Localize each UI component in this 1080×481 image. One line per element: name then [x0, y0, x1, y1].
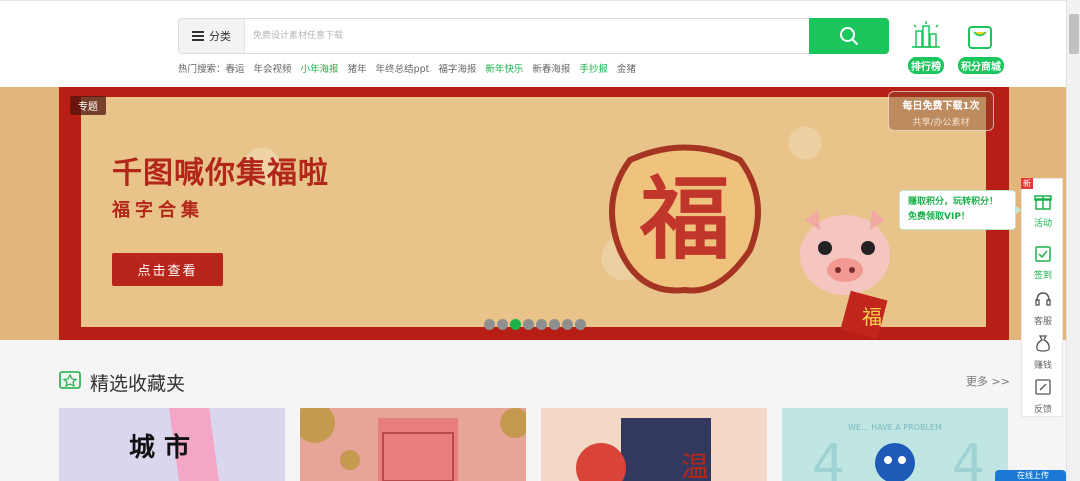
svg-text:4: 4: [952, 434, 985, 481]
ranking-link[interactable]: 排行榜: [904, 21, 948, 74]
moneybag-icon: [1036, 335, 1050, 352]
feedback-icon: [1035, 379, 1051, 395]
tooltip-line2: 免费领取VIP！: [908, 212, 970, 222]
collection-card[interactable]: 温: [541, 408, 767, 481]
view-button[interactable]: 点击查看: [112, 253, 223, 286]
vertical-scrollbar[interactable]: [1066, 0, 1080, 481]
hot-term[interactable]: 手抄报: [579, 61, 608, 75]
search-icon: [840, 27, 858, 45]
svg-text:福: 福: [862, 305, 882, 329]
section-title: 精选收藏夹: [90, 373, 186, 395]
sidebar-item-label: 赚钱: [1033, 361, 1052, 371]
hot-term[interactable]: 春运: [226, 64, 245, 75]
scrollbar-thumb[interactable]: [1069, 14, 1079, 54]
favorites-icon: [59, 371, 81, 389]
hot-label: 热门搜索：春运: [178, 64, 245, 75]
gift-icon: [1034, 195, 1052, 210]
points-tooltip[interactable]: 赚取积分，玩转积分！ 免费领取VIP！: [899, 190, 1021, 230]
free-download-line1: 每日免费下载1次: [902, 101, 980, 112]
carousel-indicators: [484, 319, 586, 330]
hot-searches: 热门搜索：春运 年会视频 小年海报 猪年 年终总结ppt 福字海报 新年快乐 新…: [178, 61, 636, 75]
sidebar-item-earn[interactable]: 赚钱: [1022, 333, 1064, 371]
hot-term[interactable]: 新年快乐: [485, 61, 523, 75]
carousel-dot[interactable]: [484, 319, 495, 330]
sidebar-item-label: 客服: [1033, 317, 1052, 327]
sidebar-item-service[interactable]: 客服: [1022, 289, 1064, 327]
svg-text:4: 4: [812, 434, 845, 481]
checkin-icon: [1035, 246, 1051, 262]
card-text: 温: [681, 450, 709, 481]
fu-character-illustration: 福: [609, 144, 761, 294]
hot-term[interactable]: 年会视频: [254, 61, 292, 75]
upload-chip[interactable]: 在线上传: [995, 470, 1066, 481]
hot-term[interactable]: 小年海报: [301, 61, 339, 75]
tooltip-line1: 赚取积分，玩转积分！: [908, 197, 999, 207]
ranking-icon: [912, 21, 940, 48]
sidebar-item-label: 活动: [1033, 219, 1052, 229]
carousel-dot-active[interactable]: [510, 319, 521, 330]
search-input[interactable]: [253, 19, 808, 53]
hot-term[interactable]: 金猪: [617, 61, 636, 75]
banner-subtitle: 福字合集: [112, 200, 204, 221]
category-label: 分类: [209, 30, 231, 43]
category-dropdown[interactable]: 分类: [179, 19, 245, 53]
hot-term[interactable]: 猪年: [348, 61, 367, 75]
card-thumbnail: 温: [576, 418, 711, 481]
ranking-label: 排行榜: [908, 57, 944, 74]
search-bar: 分类: [178, 18, 889, 54]
points-mall-label: 积分商城: [958, 57, 1004, 74]
card-text: WE... HAVE A PROBLEM: [848, 423, 942, 432]
collection-card[interactable]: 城 市: [59, 408, 285, 481]
banner-title: 千图喊你集福啦: [112, 156, 329, 191]
site-header: 分类 热门搜索：春运 年会视频 小年海报 猪年 年终总结ppt 福字海报 新年快…: [0, 0, 1066, 87]
hot-term[interactable]: 年终总结ppt: [376, 61, 430, 75]
topic-tag: 专题: [70, 96, 106, 115]
carousel-dot[interactable]: [575, 319, 586, 330]
sidebar-item-feedback[interactable]: 反馈: [1022, 377, 1064, 415]
card-text: 城 市: [129, 432, 190, 463]
free-download-line2: 共享/办公素材: [912, 118, 970, 128]
more-link[interactable]: 更多 >>: [966, 373, 1010, 389]
carousel-dot[interactable]: [523, 319, 534, 330]
sidebar-item-label: 签到: [1033, 271, 1052, 281]
carousel-dot[interactable]: [549, 319, 560, 330]
carousel-dot[interactable]: [536, 319, 547, 330]
free-download-badge[interactable]: 每日免费下载1次 共享/办公素材: [888, 91, 994, 131]
right-toolbar: 活动 签到 客服 赚钱 反馈: [1021, 178, 1063, 417]
points-mall-link[interactable]: 积分商城: [958, 21, 1004, 74]
carousel-dot[interactable]: [497, 319, 508, 330]
new-badge: 新: [1021, 178, 1033, 189]
sidebar-item-label: 反馈: [1033, 405, 1052, 415]
card-thumbnail: 城 市: [129, 408, 219, 481]
sidebar-item-checkin[interactable]: 签到: [1022, 243, 1064, 281]
pig-mascot-illustration: 福: [800, 210, 890, 340]
carousel-dot[interactable]: [562, 319, 573, 330]
search-button[interactable]: [809, 18, 889, 54]
collection-card[interactable]: [300, 408, 526, 481]
card-thumbnail: [300, 408, 526, 481]
hot-term[interactable]: 福字海报: [438, 61, 476, 75]
sidebar-item-activity[interactable]: 活动: [1022, 191, 1064, 229]
menu-icon: [192, 31, 204, 41]
card-thumbnail: WE... HAVE A PROBLEM 4 4: [812, 423, 985, 481]
collection-card[interactable]: WE... HAVE A PROBLEM 4 4: [782, 408, 1008, 481]
svg-text:福: 福: [639, 166, 730, 272]
headset-icon: [1035, 292, 1051, 306]
hot-term[interactable]: 新春海报: [532, 61, 570, 75]
shopping-bag-icon: [968, 26, 992, 49]
